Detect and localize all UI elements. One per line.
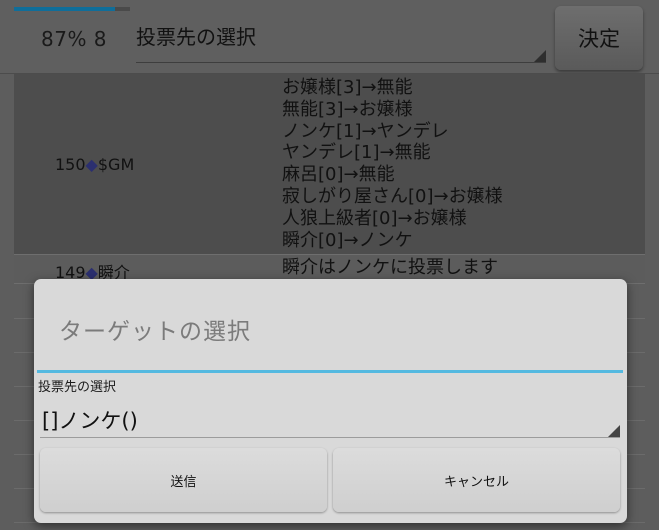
- progress-bar: [14, 7, 130, 11]
- vote-target-spinner[interactable]: 投票先の選択: [136, 14, 546, 63]
- log-line: 無能[3]→お嬢様: [282, 98, 413, 120]
- log-line: 瞬介はノンケに投票します: [282, 257, 498, 278]
- decide-button[interactable]: 決定: [555, 6, 643, 70]
- log-line: 麻呂[0]→無能: [282, 164, 395, 186]
- status-text: 87% 8: [41, 27, 108, 51]
- spinner-arrow-icon: [608, 425, 620, 437]
- top-bar: 87% 8 投票先の選択 決定: [0, 0, 659, 74]
- log-line: ヤンデレ[1]→無能: [282, 142, 431, 164]
- vote-target-spinner-label: 投票先の選択: [136, 25, 256, 49]
- log-number: 150: [55, 155, 86, 174]
- log-speaker-name: $GM: [97, 155, 135, 174]
- dialog-title-divider: [37, 370, 623, 373]
- log-line: お嬢様[3]→無能: [282, 77, 413, 98]
- log-line: ノンケ[1]→ヤンデレ: [282, 120, 449, 142]
- target-select-dialog: ターゲットの選択 投票先の選択 []ノンケ() 送信 キャンセル: [34, 279, 627, 523]
- vote-target-dropdown[interactable]: []ノンケ(): [40, 397, 620, 438]
- log-line: 寂しがり屋さん[0]→お嬢様: [282, 185, 503, 207]
- diamond-icon: ◆: [85, 155, 98, 174]
- cancel-button[interactable]: キャンセル: [333, 448, 620, 512]
- log-message: 瞬介はノンケに投票します: [282, 257, 498, 279]
- log-row[interactable]: 150◆$GM お嬢様[3]→無能 無能[3]→お嬢様 ノンケ[1]→ヤンデレ …: [14, 74, 645, 255]
- vote-target-field-label: 投票先の選択: [38, 380, 117, 395]
- spinner-arrow-icon: [534, 50, 546, 62]
- log-speaker: 150◆$GM: [55, 155, 134, 174]
- log-line: 瞬介[0]→ノンケ: [282, 229, 413, 251]
- send-button[interactable]: 送信: [40, 448, 327, 512]
- dialog-title: ターゲットの選択: [59, 319, 251, 345]
- log-message: お嬢様[3]→無能 無能[3]→お嬢様 ノンケ[1]→ヤンデレ ヤンデレ[1]→…: [282, 77, 503, 251]
- progress-fill: [14, 7, 115, 11]
- vote-target-selected-value: []ノンケ(): [42, 409, 138, 433]
- log-line: 人狼上級者[0]→お嬢様: [282, 207, 467, 229]
